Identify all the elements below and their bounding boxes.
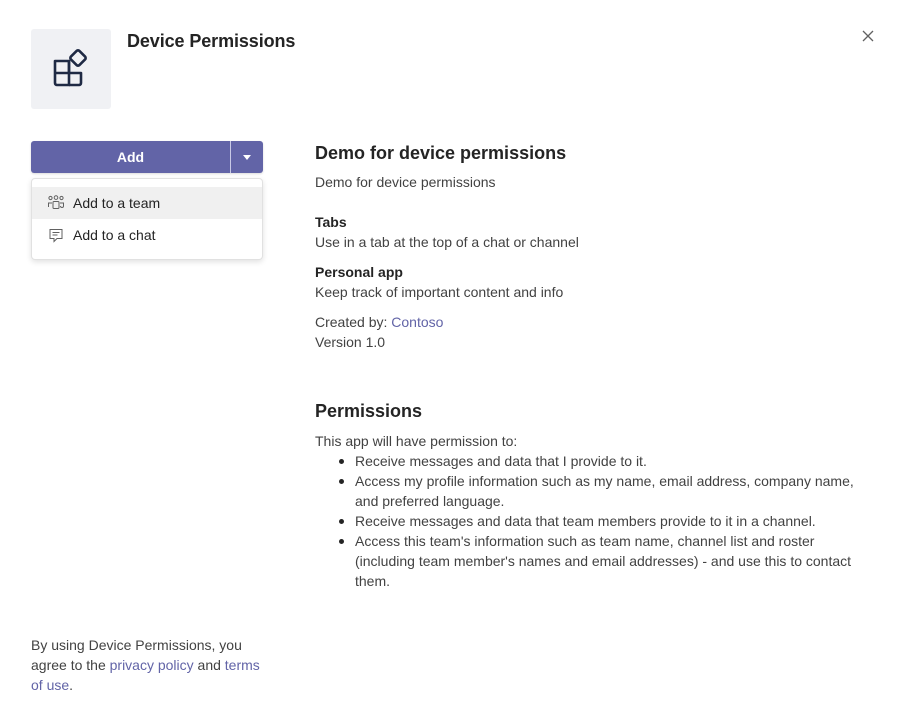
permissions-intro: This app will have permission to: bbox=[315, 433, 518, 449]
add-button[interactable]: Add bbox=[31, 141, 230, 173]
details-heading: Demo for device permissions bbox=[315, 143, 567, 163]
add-dropdown-button[interactable] bbox=[231, 141, 263, 173]
app-icon-tile bbox=[31, 29, 111, 109]
bullet-icon bbox=[339, 479, 344, 484]
permission-item: Receive messages and data that team memb… bbox=[315, 511, 860, 531]
add-menu: Add to a team Add to a chat bbox=[31, 178, 263, 260]
version-text: Version 1.0 bbox=[315, 334, 386, 350]
bullet-icon bbox=[339, 459, 344, 464]
section-label-tabs: Tabs bbox=[315, 214, 347, 230]
permission-item: Receive messages and data that I provide… bbox=[315, 451, 860, 471]
privacy-policy-link[interactable]: privacy policy bbox=[110, 657, 194, 673]
menu-item-add-to-team[interactable]: Add to a team bbox=[32, 187, 262, 219]
permission-item: Access my profile information such as my… bbox=[315, 471, 860, 511]
publisher-link[interactable]: Contoso bbox=[391, 314, 443, 330]
footer-suffix: . bbox=[69, 677, 74, 693]
created-by: Created by: Contoso bbox=[315, 312, 860, 332]
permission-item: Access this team's information such as t… bbox=[315, 531, 860, 591]
created-by-label: Created by: bbox=[315, 314, 388, 330]
close-icon bbox=[862, 30, 874, 42]
section-text-personal-app: Keep track of important content and info bbox=[315, 284, 564, 300]
chat-icon bbox=[47, 226, 65, 244]
app-details: Demo for device permissions Demo for dev… bbox=[315, 142, 860, 352]
app-title: Device Permissions bbox=[127, 31, 296, 51]
team-icon bbox=[47, 194, 65, 212]
permissions-list: Receive messages and data that I provide… bbox=[315, 451, 860, 591]
section-text-tabs: Use in a tab at the top of a chat or cha… bbox=[315, 234, 579, 250]
bullet-icon bbox=[339, 539, 344, 544]
details-description: Demo for device permissions bbox=[315, 174, 496, 190]
caret-down-icon bbox=[243, 154, 251, 160]
menu-item-add-to-chat[interactable]: Add to a chat bbox=[32, 219, 262, 251]
bullet-icon bbox=[339, 519, 344, 524]
section-label-personal-app: Personal app bbox=[315, 264, 403, 280]
menu-item-label: Add to a team bbox=[73, 195, 161, 211]
menu-item-label: Add to a chat bbox=[73, 227, 156, 243]
close-button[interactable] bbox=[856, 24, 880, 48]
permissions-heading: Permissions bbox=[315, 401, 423, 421]
footer-and: and bbox=[197, 657, 221, 673]
add-split-button: Add bbox=[31, 141, 263, 173]
apps-icon bbox=[53, 49, 87, 87]
legal-footer: By using Device Permissions, you agree t… bbox=[31, 635, 271, 695]
